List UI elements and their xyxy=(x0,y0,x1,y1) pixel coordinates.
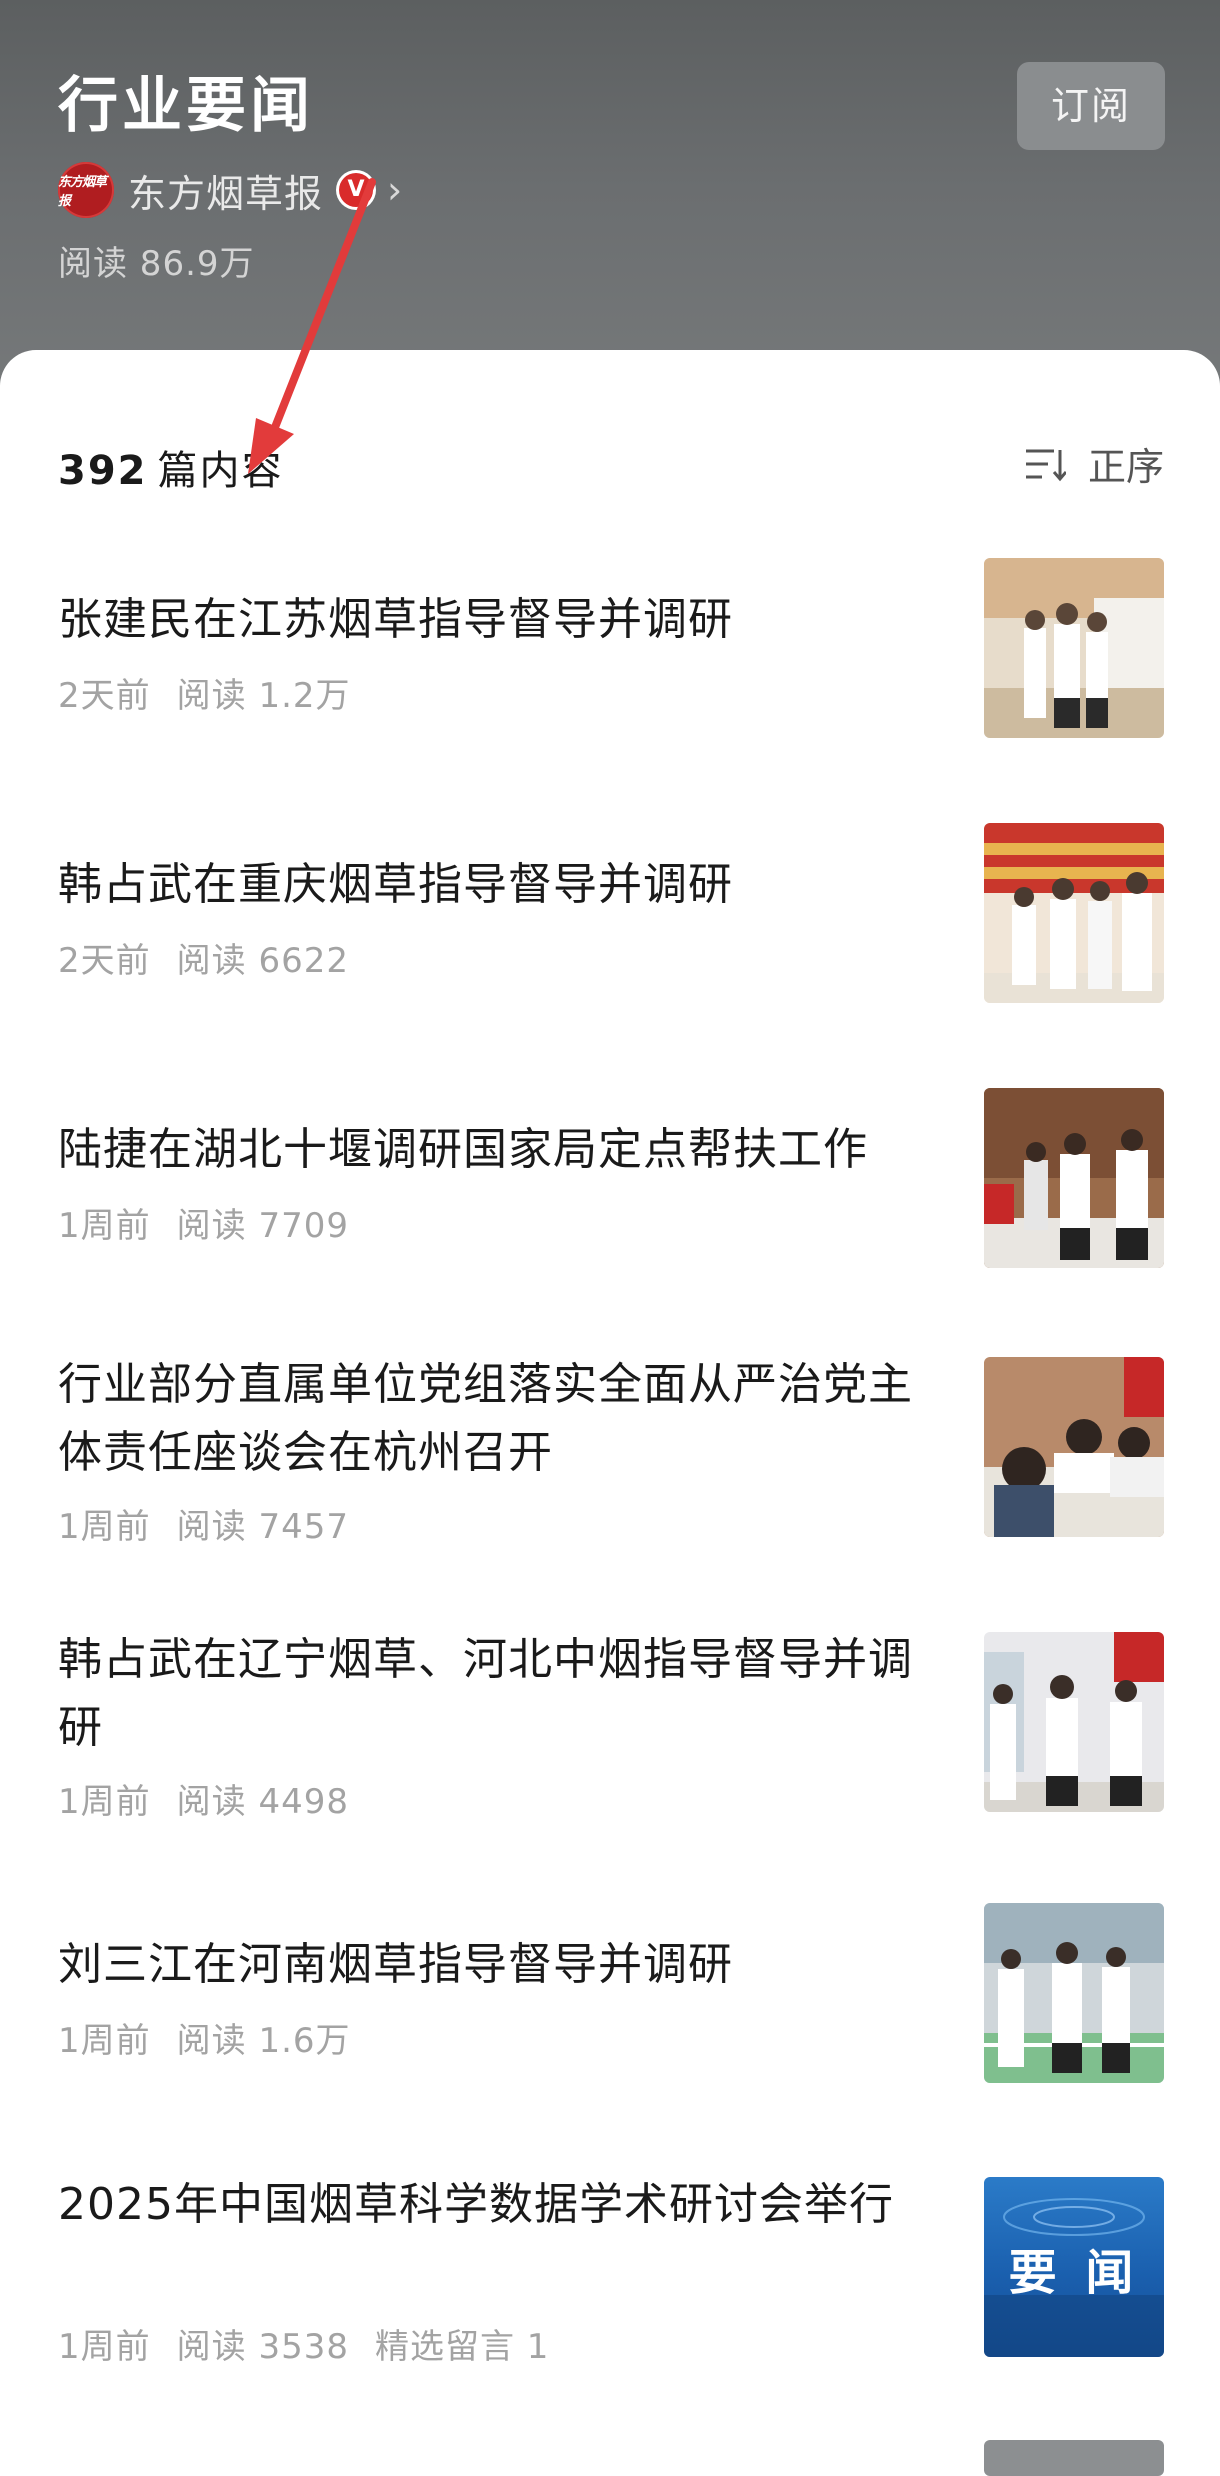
article-meta: 1周前 阅读 1.6万 xyxy=(58,2013,351,2062)
article-thumbnail xyxy=(984,1903,1164,2083)
publisher-link[interactable]: 东方烟草报 东方烟草报 V › xyxy=(58,158,402,222)
article-item[interactable]: 韩占武在重庆烟草指导督导并调研 2天前 阅读 6622 xyxy=(0,815,1220,1055)
article-title: 2025年中国烟草科学数据学术研讨会举行 xyxy=(58,2179,894,2230)
article-title: 刘三江在河南烟草指导督导并调研 xyxy=(58,1939,733,1990)
article-thumbnail-partial xyxy=(984,2440,1164,2476)
content-count-number: 392 xyxy=(58,448,148,494)
article-thumbnail xyxy=(984,1357,1164,1537)
article-item[interactable]: 刘三江在河南烟草指导督导并调研 1周前 阅读 1.6万 xyxy=(0,1895,1220,2135)
article-item[interactable]: 2025年中国烟草科学数据学术研讨会举行 1周前 阅读 3538 精选留言 1 要 … xyxy=(0,2165,1220,2455)
article-time: 1周前 xyxy=(58,2021,151,2061)
article-time: 1周前 xyxy=(58,1782,151,1822)
article-time: 1周前 xyxy=(58,1206,151,1246)
article-thumbnail xyxy=(984,1632,1164,1812)
article-reads: 阅读 6622 xyxy=(176,941,349,981)
article-meta: 1周前 阅读 4498 xyxy=(58,1774,349,1823)
article-reads: 阅读 1.6万 xyxy=(176,2021,351,2061)
article-time: 2天前 xyxy=(58,676,151,716)
article-item[interactable]: 张建民在江苏烟草指导督导并调研 2天前 阅读 1.2万 xyxy=(0,550,1220,790)
article-item[interactable]: 行业部分直属单位党组落实全面从严治党主体责任座谈会在杭州召开 1周前 阅读 745… xyxy=(0,1345,1220,1645)
article-thumbnail xyxy=(984,1088,1164,1268)
article-item[interactable]: 韩占武在辽宁烟草、河北中烟指导督导并调研 1周前 阅读 4498 xyxy=(0,1620,1220,1910)
article-time: 2天前 xyxy=(58,941,151,981)
sort-order-icon xyxy=(1025,449,1066,481)
sort-toggle[interactable]: 正序 xyxy=(1024,436,1164,491)
article-featured-comments: 精选留言 1 xyxy=(374,2327,550,2367)
article-time: 1周前 xyxy=(58,1507,151,1547)
channel-read-count: 阅读 86.9万 xyxy=(58,244,255,284)
article-list-sheet: 392 篇内容 正序 张建民在江苏烟草指导督导并调研 2天前 阅读 1.2万 韩… xyxy=(0,350,1220,2476)
chevron-right-icon: › xyxy=(387,168,403,212)
article-reads: 阅读 1.2万 xyxy=(176,676,351,716)
thumbnail-headline-text: 要 闻 xyxy=(1008,2245,1140,2301)
article-item[interactable]: 陆捷在湖北十堰调研国家局定点帮扶工作 1周前 阅读 7709 xyxy=(0,1080,1220,1320)
content-count: 392 篇内容 xyxy=(58,438,284,496)
article-time: 1周前 xyxy=(58,2327,151,2367)
article-title: 行业部分直属单位党组落实全面从严治党主体责任座谈会在杭州召开 xyxy=(58,1359,913,1478)
channel-title: 行业要闻 xyxy=(58,71,314,141)
subscribe-button[interactable]: 订阅 xyxy=(1017,62,1165,150)
article-title: 韩占武在辽宁烟草、河北中烟指导督导并调研 xyxy=(58,1634,913,1753)
publisher-name: 东方烟草报 xyxy=(128,171,324,216)
article-meta: 2天前 阅读 6622 xyxy=(58,933,349,982)
article-thumbnail xyxy=(984,558,1164,738)
article-reads: 阅读 4498 xyxy=(176,1782,349,1822)
article-meta: 1周前 阅读 3538 精选留言 1 xyxy=(58,2319,549,2368)
article-meta: 1周前 阅读 7457 xyxy=(58,1499,349,1548)
article-reads: 阅读 7709 xyxy=(176,1206,349,1246)
verified-badge: V xyxy=(339,173,374,207)
sort-label: 正序 xyxy=(1087,445,1164,489)
article-reads: 阅读 7457 xyxy=(176,1507,349,1547)
content-count-label: 篇内容 xyxy=(157,448,284,494)
article-meta: 1周前 阅读 7709 xyxy=(58,1198,349,1247)
article-meta: 2天前 阅读 1.2万 xyxy=(58,668,351,717)
article-title: 张建民在江苏烟草指导督导并调研 xyxy=(58,594,733,645)
article-thumbnail xyxy=(984,823,1164,1003)
publisher-logo: 东方烟草报 xyxy=(58,162,114,218)
article-reads: 阅读 3538 xyxy=(176,2327,349,2367)
article-title: 韩占武在重庆烟草指导督导并调研 xyxy=(58,859,733,910)
article-thumbnail: 要 闻 xyxy=(984,2177,1164,2357)
article-title: 陆捷在湖北十堰调研国家局定点帮扶工作 xyxy=(58,1124,868,1175)
